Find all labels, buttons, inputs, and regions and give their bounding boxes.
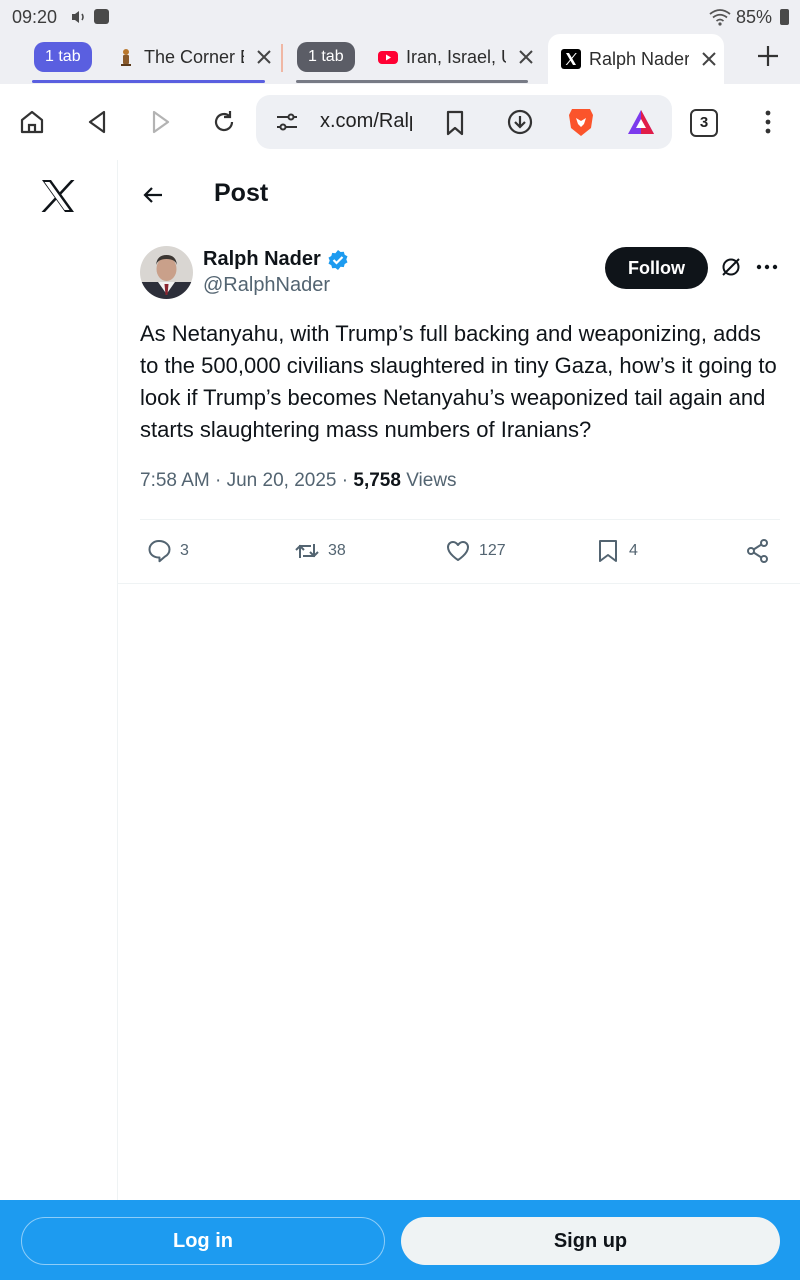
menu-kebab-icon[interactable] <box>754 108 782 136</box>
new-tab-plus-icon[interactable] <box>756 44 780 68</box>
like-count: 127 <box>479 542 506 559</box>
brave-rewards-icon[interactable] <box>626 108 656 136</box>
author-name[interactable]: Ralph Nader <box>203 248 321 271</box>
reply-button[interactable]: 3 <box>146 538 189 564</box>
wifi-icon <box>709 9 731 26</box>
heart-icon <box>447 541 469 561</box>
left-column-divider <box>117 160 118 1200</box>
bookmark-icon <box>599 540 617 562</box>
back-nav-icon[interactable] <box>84 108 112 136</box>
close-tab-icon[interactable] <box>701 51 717 67</box>
author-handle[interactable]: @RalphNader <box>203 274 330 297</box>
youtube-icon <box>378 51 398 64</box>
views-label: Views <box>406 470 457 491</box>
tweet-text: As Netanyahu, with Trump’s full backing … <box>140 321 777 442</box>
tab-group-2-badge[interactable]: 1 tab <box>297 42 355 72</box>
corner-favicon-icon <box>121 49 131 66</box>
reload-icon[interactable] <box>210 108 238 136</box>
status-time: 09:20 <box>12 7 58 27</box>
x-favicon-icon <box>561 49 581 69</box>
grok-icon[interactable] <box>720 256 742 278</box>
bookmark-page-icon[interactable] <box>442 109 468 137</box>
bookmark-button[interactable]: 4 <box>595 538 638 564</box>
follow-button[interactable]: Follow <box>605 247 708 289</box>
tab-group-2-underline <box>296 80 528 83</box>
back-arrow-icon[interactable] <box>141 183 165 207</box>
brave-shield-icon[interactable] <box>566 106 596 138</box>
tab-group-divider <box>281 44 283 72</box>
views-count: 5,758 <box>353 470 401 491</box>
tab-group-1-badge[interactable]: 1 tab <box>34 42 92 72</box>
more-options-icon[interactable] <box>755 256 779 278</box>
meta-separator: · <box>215 470 227 491</box>
repost-button[interactable]: 38 <box>294 538 346 564</box>
divider <box>118 583 800 584</box>
like-button[interactable]: 127 <box>445 538 506 564</box>
tweet-time[interactable]: 7:58 AM <box>140 470 210 491</box>
divider <box>140 519 780 520</box>
repost-count: 38 <box>328 542 346 559</box>
repost-icon <box>295 544 319 558</box>
meta-separator: · <box>341 470 354 491</box>
tweet-meta: 7:58 AM · Jun 20, 2025 · 5,758 Views <box>140 470 457 492</box>
tab-group-1-underline <box>32 80 265 83</box>
battery-percent: 85% <box>736 7 773 27</box>
avatar-image <box>140 246 193 299</box>
notification-check-icon <box>94 9 109 24</box>
bottom-auth-bar: Log in Sign up <box>0 1200 800 1280</box>
forward-nav-icon[interactable] <box>146 108 174 136</box>
volume-icon <box>72 11 84 23</box>
tab-strip: 1 tab The Corner E 1 tab Iran, Israel, U… <box>0 34 800 84</box>
share-icon <box>747 539 768 563</box>
tab-title: Iran, Israel, U <box>406 46 506 67</box>
reply-icon <box>148 540 171 563</box>
battery-icon <box>780 9 789 25</box>
x-logo-icon[interactable] <box>40 178 76 214</box>
tab-title: The Corner E <box>144 46 244 67</box>
verified-badge-icon <box>328 250 348 270</box>
tab-switcher-button[interactable]: 3 <box>690 109 718 137</box>
share-button[interactable] <box>745 538 771 564</box>
tab-ralph-nader-active[interactable]: Ralph Nader <box>548 34 724 84</box>
tweet-date[interactable]: Jun 20, 2025 <box>227 470 337 491</box>
avatar[interactable] <box>140 246 193 299</box>
log-in-button[interactable]: Log in <box>21 1217 385 1265</box>
reply-count: 3 <box>180 542 189 559</box>
url-text[interactable]: x.com/RalphNader <box>320 110 412 133</box>
close-tab-icon[interactable] <box>518 49 534 65</box>
tab-title: Ralph Nader <box>589 48 689 69</box>
site-settings-icon[interactable] <box>274 109 300 135</box>
download-icon[interactable] <box>506 108 534 136</box>
bookmark-count: 4 <box>629 542 638 559</box>
home-icon[interactable] <box>18 108 46 136</box>
status-bar: 09:20 85% <box>0 0 800 34</box>
sign-up-button[interactable]: Sign up <box>401 1217 780 1265</box>
close-tab-icon[interactable] <box>256 49 272 65</box>
tab-the-corner[interactable]: The Corner E <box>116 34 272 80</box>
browser-toolbar: x.com/RalphNader 3 <box>0 84 800 160</box>
address-bar[interactable]: x.com/RalphNader <box>256 95 672 149</box>
page-title: Post <box>214 179 269 207</box>
tab-iran-israel[interactable]: Iran, Israel, U <box>378 34 534 80</box>
